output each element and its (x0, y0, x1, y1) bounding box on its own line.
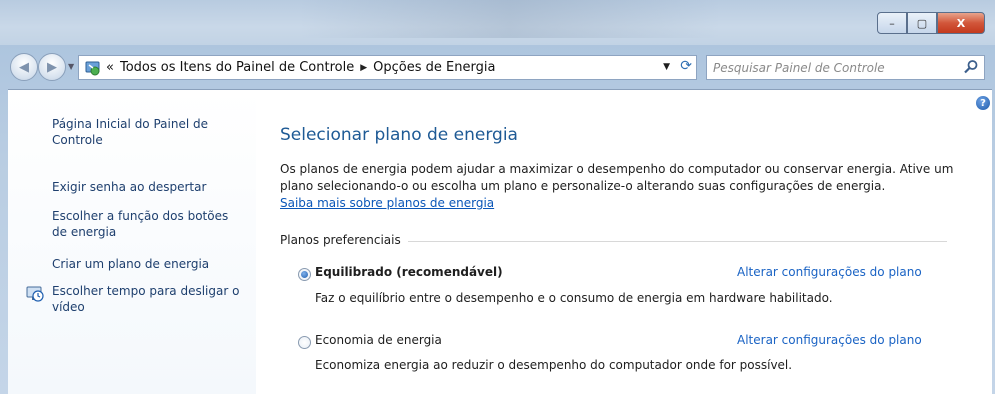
help-icon[interactable]: ? (976, 96, 990, 110)
plan-radio-balanced[interactable] (298, 268, 311, 281)
title-bar[interactable]: – ▢ X (0, 0, 995, 45)
search-box (706, 55, 985, 80)
plan-name-power-saver[interactable]: Economia de energia (315, 333, 442, 347)
sidebar: Página Inicial do Painel de Controle Exi… (8, 90, 256, 394)
group-label: Planos preferenciais (280, 233, 401, 247)
sidebar-item-create-plan[interactable]: Criar um plano de energia (52, 256, 209, 272)
back-button[interactable]: ◀ (10, 53, 38, 81)
breadcrumb-item-control-panel[interactable]: Todos os Itens do Painel de Controle (120, 60, 354, 75)
search-icon[interactable] (963, 59, 979, 75)
plan-radio-power-saver[interactable] (298, 336, 311, 349)
breadcrumb: « Todos os Itens do Painel de Controle ▶… (106, 60, 495, 75)
plan-description-power-saver: Economiza energia ao reduzir o desempenh… (315, 358, 793, 372)
breadcrumb-overflow[interactable]: « (106, 60, 114, 75)
sidebar-item-power-buttons[interactable]: Escolher a função dos botões de energia (52, 208, 232, 240)
sidebar-item-require-password[interactable]: Exigir senha ao despertar (52, 179, 206, 195)
page-description: Os planos de energia podem ajudar a maxi… (280, 162, 954, 193)
plan-description-balanced: Faz o equilíbrio entre o desempenho e o … (315, 291, 833, 305)
monitor-clock-icon (26, 286, 44, 302)
maximize-button[interactable]: ▢ (907, 12, 937, 34)
control-panel-icon (84, 59, 102, 77)
window-controls: – ▢ X (877, 12, 985, 34)
main-panel: ? Selecionar plano de energia Os planos … (256, 90, 992, 394)
group-divider (408, 241, 947, 242)
refresh-icon[interactable]: ⟳ (680, 58, 692, 74)
plan-name-balanced[interactable]: Equilibrado (recomendável) (315, 265, 503, 279)
breadcrumb-arrow-icon[interactable]: ▶ (360, 63, 367, 73)
forward-button[interactable]: ▶ (38, 53, 66, 81)
address-dropdown[interactable]: ▼ (663, 62, 670, 72)
search-input[interactable] (707, 59, 955, 76)
close-button[interactable]: X (937, 12, 985, 34)
back-icon: ◀ (19, 59, 29, 75)
address-bar[interactable]: « Todos os Itens do Painel de Controle ▶… (78, 55, 697, 80)
window: – ▢ X ◀ ▶ ▼ « Todos os Itens do Painel d… (0, 0, 995, 394)
change-plan-settings-link-balanced[interactable]: Alterar configurações do plano (737, 265, 922, 279)
learn-more-link[interactable]: Saiba mais sobre planos de energia (280, 196, 494, 210)
forward-icon: ▶ (47, 59, 57, 75)
breadcrumb-item-power-options[interactable]: Opções de Energia (373, 60, 495, 75)
sidebar-item-display-off[interactable]: Escolher tempo para desligar o vídeo (52, 283, 247, 315)
minimize-button[interactable]: – (877, 12, 907, 34)
recent-pages-dropdown[interactable]: ▼ (68, 62, 74, 71)
navigation-bar: ◀ ▶ ▼ « Todos os Itens do Painel de Cont… (0, 50, 995, 86)
page-title: Selecionar plano de energia (280, 125, 518, 145)
sidebar-item-home[interactable]: Página Inicial do Painel de Controle (52, 116, 217, 148)
title-bar-glass (300, 0, 720, 38)
content-area: Página Inicial do Painel de Controle Exi… (8, 89, 992, 394)
change-plan-settings-link-power-saver[interactable]: Alterar configurações do plano (737, 333, 922, 347)
